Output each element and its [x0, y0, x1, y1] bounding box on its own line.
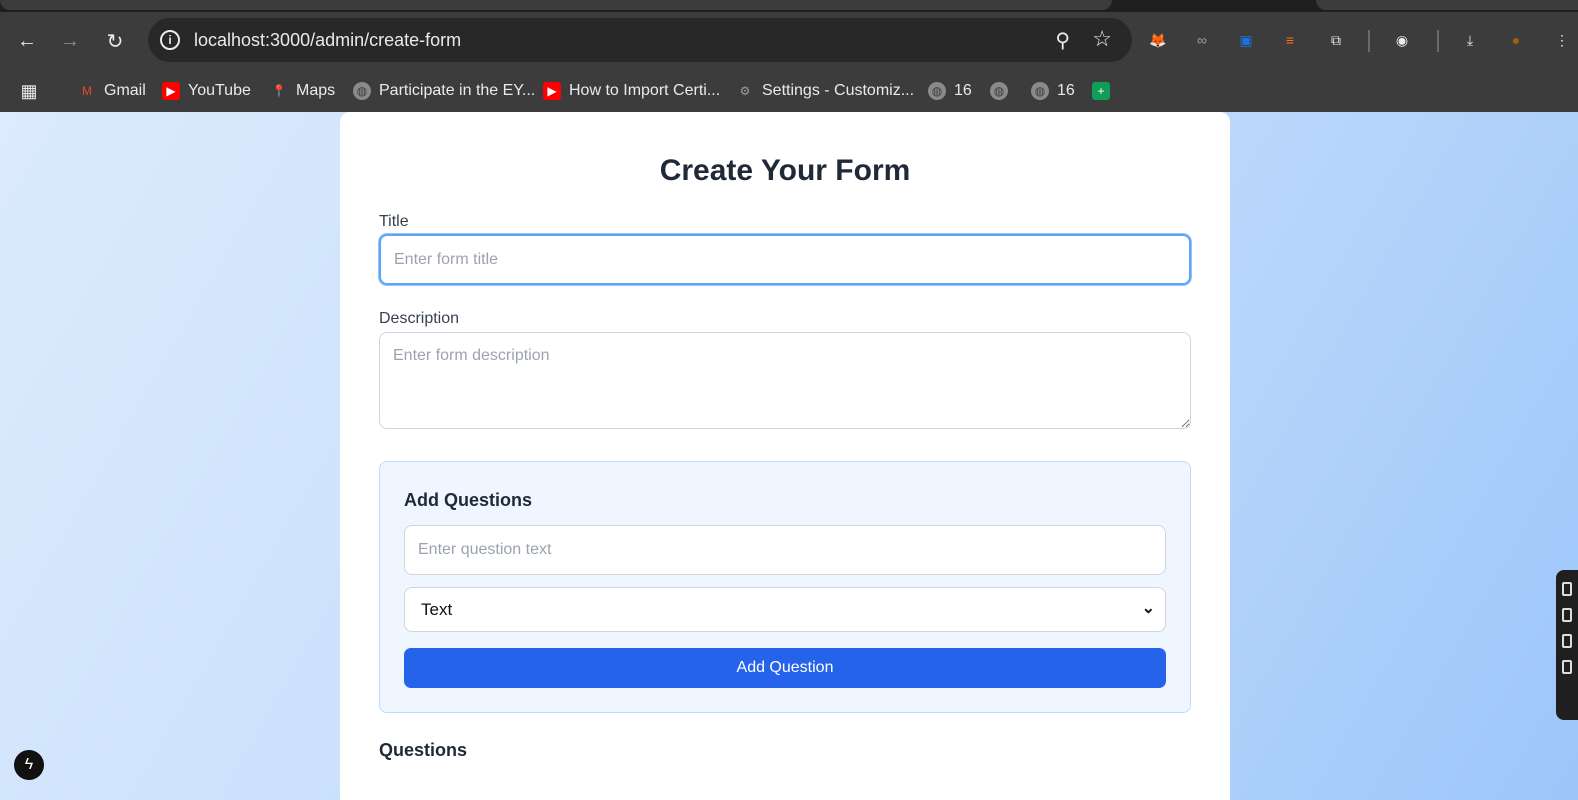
- bookmark-star-icon[interactable]: ☆: [1092, 26, 1112, 52]
- bookmark-label: How to Import Certi...: [569, 82, 721, 99]
- bookmark-item[interactable]: 📍 Maps: [270, 80, 336, 102]
- site-info-icon[interactable]: i: [160, 30, 180, 50]
- youtube-icon: ▶: [543, 82, 561, 100]
- globe-icon: ◍: [928, 82, 946, 100]
- download-icon[interactable]: ⤓: [1458, 28, 1482, 52]
- bookmark-item[interactable]: ▶ YouTube: [162, 80, 251, 102]
- bookmark-item[interactable]: ◍: [990, 80, 1008, 102]
- description-textarea[interactable]: [379, 332, 1191, 429]
- chevron-down-icon: ⌄: [1141, 600, 1155, 617]
- question-text-input[interactable]: [404, 525, 1166, 575]
- side-toolbar[interactable]: [1556, 570, 1578, 720]
- gear-icon: ⚙: [739, 84, 751, 98]
- questions-heading: Questions: [379, 740, 468, 760]
- lens-extension-icon[interactable]: ◉: [1390, 28, 1414, 52]
- forward-arrow-icon[interactable]: →: [55, 26, 85, 56]
- lightning-icon[interactable]: ϟ: [14, 750, 44, 780]
- maps-icon: 📍: [271, 84, 287, 98]
- bookmark-item[interactable]: ◍ 16: [1031, 80, 1075, 102]
- bookmark-label: 16: [1057, 82, 1075, 99]
- notes-extension-icon[interactable]: ≡: [1278, 28, 1302, 52]
- page-viewport: Create Your Form Title Description Add Q…: [0, 112, 1578, 800]
- bookmark-item[interactable]: ◍ 16: [928, 80, 972, 102]
- profile-avatar[interactable]: ●: [1504, 28, 1528, 52]
- bookmark-label: Settings - Customiz...: [762, 82, 915, 99]
- gmail-icon: M: [82, 84, 92, 98]
- form-card: Create Your Form Title Description Add Q…: [340, 112, 1230, 800]
- bookmarks-bar: ▦ M Gmail ▶ YouTube 📍 Maps ◍ Participate in the …: [0, 70, 1578, 112]
- puzzle-extension-icon[interactable]: ⧉: [1324, 28, 1348, 52]
- sheets-icon: +: [1092, 82, 1110, 100]
- side-tool-icon[interactable]: [1562, 582, 1572, 596]
- title-label: Title: [379, 213, 409, 230]
- metamask-extension-icon[interactable]: 🦊: [1146, 28, 1170, 52]
- bookmark-item[interactable]: +: [1092, 80, 1110, 102]
- apps-grid-icon: ▦: [20, 80, 38, 101]
- page-title: Create Your Form: [659, 154, 911, 187]
- bookmark-label: 16: [954, 82, 972, 99]
- bookmark-label: YouTube: [188, 82, 251, 99]
- side-tool-icon[interactable]: [1562, 634, 1572, 648]
- inactive-tab[interactable]: [1316, 0, 1578, 10]
- bookmark-label: Participate in the EY...: [379, 82, 536, 99]
- toolbar-divider: [1437, 30, 1439, 52]
- question-type-select[interactable]: Text ⌄: [404, 587, 1166, 632]
- side-tool-icon[interactable]: [1562, 660, 1572, 674]
- tab-strip: [0, 0, 1578, 12]
- bookmark-item[interactable]: M Gmail: [78, 80, 146, 102]
- globe-icon: ◍: [1031, 82, 1049, 100]
- side-tool-icon[interactable]: [1562, 608, 1572, 622]
- screenshot-extension-icon[interactable]: ▣: [1234, 28, 1258, 52]
- question-type-value: Text: [421, 600, 453, 619]
- reload-icon[interactable]: ↻: [100, 26, 130, 56]
- add-questions-heading: Add Questions: [404, 490, 533, 510]
- browser-toolbar: ← → ↻ i localhost:3000/admin/create-form…: [0, 12, 1578, 70]
- bookmark-item[interactable]: ◍ Participate in the EY...: [353, 80, 535, 102]
- address-bar[interactable]: i localhost:3000/admin/create-form ⚲ ☆: [148, 18, 1132, 62]
- bookmark-label: Maps: [296, 82, 336, 99]
- active-tab[interactable]: [0, 0, 1112, 10]
- add-question-button[interactable]: Add Question: [404, 648, 1166, 688]
- description-label: Description: [379, 310, 460, 327]
- youtube-icon: ▶: [162, 82, 180, 100]
- bookmark-item[interactable]: ⚙ Settings - Customiz...: [736, 80, 914, 102]
- title-input[interactable]: [379, 234, 1191, 285]
- globe-icon: ◍: [353, 82, 371, 100]
- bookmark-label: Gmail: [104, 82, 146, 99]
- bookmark-item[interactable]: ▦: [20, 80, 38, 102]
- url-text[interactable]: localhost:3000/admin/create-form: [194, 30, 461, 51]
- bookmark-item[interactable]: ▶ How to Import Certi...: [543, 80, 720, 102]
- zoom-icon[interactable]: ⚲: [1055, 28, 1070, 53]
- spy-extension-icon[interactable]: ∞: [1190, 28, 1214, 52]
- menu-icon[interactable]: ⋮: [1550, 28, 1574, 52]
- add-questions-panel: Add Questions Text ⌄ Add Question: [379, 461, 1191, 713]
- back-arrow-icon[interactable]: ←: [12, 26, 42, 56]
- toolbar-divider: [1368, 30, 1370, 52]
- globe-icon: ◍: [990, 82, 1008, 100]
